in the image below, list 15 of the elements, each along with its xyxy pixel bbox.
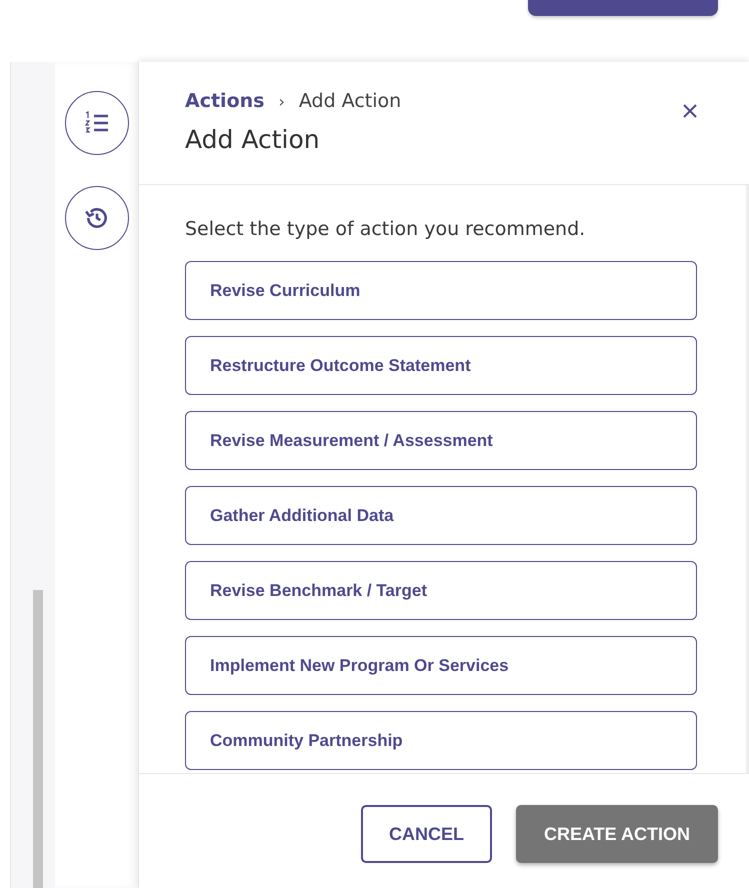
action-type-option[interactable]: Gather Additional Data (185, 486, 697, 545)
panel-title: Add Action (185, 125, 321, 154)
action-type-option[interactable]: Restructure Outcome Statement (185, 336, 697, 395)
breadcrumb-link[interactable]: Actions (185, 90, 264, 112)
action-type-option[interactable]: Revise Benchmark / Target (185, 561, 697, 620)
instruction-text: Select the type of action you recommend. (185, 218, 586, 240)
breadcrumb-separator: › (278, 92, 285, 110)
action-type-option[interactable]: Revise Measurement / Assessment (185, 411, 697, 470)
action-type-option[interactable]: Implement New Program Or Services (185, 636, 697, 695)
scrollbar-thumb[interactable] (33, 590, 43, 888)
breadcrumb-current: Add Action (298, 90, 402, 112)
cancel-button[interactable]: CANCEL (361, 805, 492, 863)
action-type-option[interactable]: Revise Curriculum (185, 261, 697, 320)
action-type-option[interactable]: Community Partnership (185, 711, 697, 770)
close-icon[interactable] (681, 102, 699, 120)
